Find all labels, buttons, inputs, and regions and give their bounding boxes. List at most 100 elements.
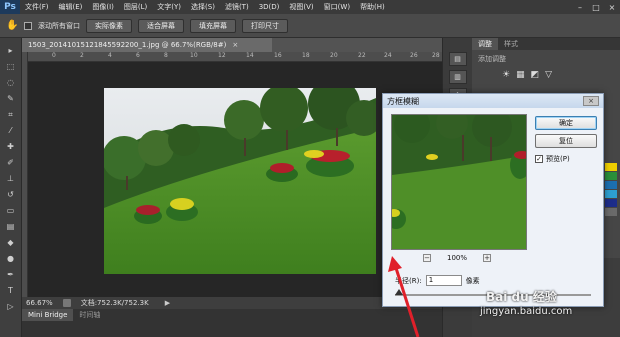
menu-help[interactable]: 帮助(H): [355, 2, 390, 12]
menu-type[interactable]: 文字(Y): [152, 2, 186, 12]
ruler-tick: 12: [218, 52, 226, 59]
radius-unit: 像素: [465, 276, 480, 285]
crop-tool-icon[interactable]: ⌗: [3, 108, 19, 121]
ruler-tick: 24: [384, 52, 392, 59]
reset-button[interactable]: 复位: [535, 134, 597, 148]
actual-pixels-button[interactable]: 实际像素: [86, 18, 132, 33]
history-panel-icon[interactable]: ▤: [448, 52, 467, 66]
levels-icon[interactable]: ▦: [516, 70, 525, 80]
park-photo-image: [104, 88, 376, 274]
document-photo[interactable]: [104, 88, 376, 274]
swatch-blue[interactable]: [605, 181, 617, 189]
eyedropper-tool-icon[interactable]: ⁄: [3, 124, 19, 137]
minimize-button[interactable]: –: [572, 1, 588, 13]
bottom-panel-tabs: Mini Bridge 时间轴: [22, 309, 442, 337]
document-close-icon[interactable]: ×: [232, 41, 238, 49]
dialog-titlebar[interactable]: 方框模糊 ×: [383, 94, 603, 108]
brush-tool-icon[interactable]: ✐: [3, 156, 19, 169]
clone-stamp-tool-icon[interactable]: ⊥: [3, 172, 19, 185]
radius-slider-handle[interactable]: [395, 289, 403, 295]
add-adjustment-label: 添加调整: [478, 55, 506, 63]
document-tab-title: 1503_20141015121845592200_1.jpg @ 66.7%(…: [28, 41, 227, 49]
menu-edit[interactable]: 编辑(E): [54, 2, 88, 12]
menu-window[interactable]: 窗口(W): [319, 2, 355, 12]
vibrance-icon[interactable]: ▽: [545, 70, 552, 80]
document-tab[interactable]: 1503_20141015121845592200_1.jpg @ 66.7%(…: [22, 38, 272, 52]
preview-checkbox[interactable]: ✓: [535, 155, 543, 163]
gradient-tool-icon[interactable]: ▤: [3, 220, 19, 233]
filter-preview-image: [392, 115, 526, 249]
status-bar: 66.67% 文档:752.3K/752.3K ▶: [22, 297, 442, 309]
photoshop-logo-icon: Ps: [0, 0, 20, 14]
properties-panel-icon[interactable]: ▥: [448, 70, 467, 84]
document-size: 文档:752.3K/752.3K: [80, 299, 149, 307]
blur-tool-icon[interactable]: ◆: [3, 236, 19, 249]
hand-tool-icon: ✋: [6, 19, 19, 31]
filter-preview[interactable]: [391, 114, 527, 250]
swatch-cyan[interactable]: [605, 190, 617, 198]
zoom-out-icon[interactable]: −: [423, 254, 431, 262]
status-info-icon[interactable]: [62, 299, 71, 307]
ruler-tick: 0: [52, 52, 56, 59]
ruler-tick: 8: [164, 52, 168, 59]
zoom-level[interactable]: 66.67%: [26, 299, 53, 307]
type-tool-icon[interactable]: T: [3, 284, 19, 297]
swatch-navy[interactable]: [605, 199, 617, 207]
menu-filter[interactable]: 滤镜(T): [220, 2, 254, 12]
menu-file[interactable]: 文件(F): [20, 2, 54, 12]
ok-button[interactable]: 确定: [535, 116, 597, 130]
baidu-watermark-url: jingyan.baidu.com: [480, 306, 573, 317]
healing-brush-tool-icon[interactable]: ✚: [3, 140, 19, 153]
menu-select[interactable]: 选择(S): [186, 2, 220, 12]
swatch-yellow[interactable]: [605, 163, 617, 171]
menu-3d[interactable]: 3D(D): [254, 3, 285, 11]
menu-image[interactable]: 图像(I): [87, 2, 119, 12]
tab-styles[interactable]: 样式: [498, 38, 524, 50]
radius-input[interactable]: 1: [425, 275, 462, 286]
ruler-tick: 18: [302, 52, 310, 59]
status-menu-arrow-icon[interactable]: ▶: [165, 299, 170, 307]
radius-label: 半径(R):: [395, 276, 422, 285]
preview-zoom-level: 100%: [447, 254, 468, 262]
scroll-all-windows-checkbox[interactable]: [24, 21, 32, 30]
zoom-in-icon[interactable]: +: [483, 254, 492, 262]
ruler-tick: 22: [358, 52, 366, 59]
window-controls: – □ ×: [572, 1, 620, 13]
close-window-button[interactable]: ×: [604, 1, 620, 13]
ruler-tick: 6: [136, 52, 140, 59]
swatch-gray[interactable]: [605, 208, 617, 216]
box-blur-dialog: 方框模糊 × 确定 复位 ✓ 预览(P) − 100% + 半径(R): 1 像…: [382, 93, 604, 307]
dodge-tool-icon[interactable]: ●: [3, 252, 19, 265]
menu-layer[interactable]: 图层(L): [119, 2, 152, 12]
menu-bar: Ps 文件(F) 编辑(E) 图像(I) 图层(L) 文字(Y) 选择(S) 滤…: [0, 0, 620, 14]
ruler-tick: 4: [108, 52, 112, 59]
ruler-tick: 26: [410, 52, 418, 59]
brightness-icon[interactable]: ☀: [502, 70, 510, 80]
fill-screen-button[interactable]: 填充屏幕: [190, 18, 236, 33]
quick-select-tool-icon[interactable]: ✎: [3, 92, 19, 105]
marquee-tool-icon[interactable]: ⬚: [3, 60, 19, 73]
swatch-green[interactable]: [605, 172, 617, 180]
scroll-all-windows-label: 滚动所有窗口: [38, 21, 80, 30]
tab-adjustments[interactable]: 调整: [472, 38, 498, 50]
ruler-tick: 28: [432, 52, 440, 59]
tab-timeline[interactable]: 时间轴: [73, 309, 106, 321]
maximize-button[interactable]: □: [588, 1, 604, 13]
print-size-button[interactable]: 打印尺寸: [242, 18, 288, 33]
ruler-tick: 10: [190, 52, 198, 59]
dialog-close-icon[interactable]: ×: [583, 96, 599, 106]
fit-screen-button[interactable]: 适合屏幕: [138, 18, 184, 33]
path-select-tool-icon[interactable]: ▷: [3, 300, 19, 313]
tab-mini-bridge[interactable]: Mini Bridge: [22, 309, 74, 321]
ruler-tick: 16: [274, 52, 282, 59]
radius-row: 半径(R): 1 像素: [395, 275, 480, 286]
color-swatches: [605, 163, 617, 216]
pen-tool-icon[interactable]: ✒: [3, 268, 19, 281]
lasso-tool-icon[interactable]: ◌: [3, 76, 19, 89]
eraser-tool-icon[interactable]: ▭: [3, 204, 19, 217]
preview-option[interactable]: ✓ 预览(P): [535, 154, 570, 164]
menu-view[interactable]: 视图(V): [284, 2, 318, 12]
exposure-icon[interactable]: ◩: [531, 70, 540, 80]
history-brush-tool-icon[interactable]: ↺: [3, 188, 19, 201]
move-tool-icon[interactable]: ▸: [3, 44, 19, 57]
